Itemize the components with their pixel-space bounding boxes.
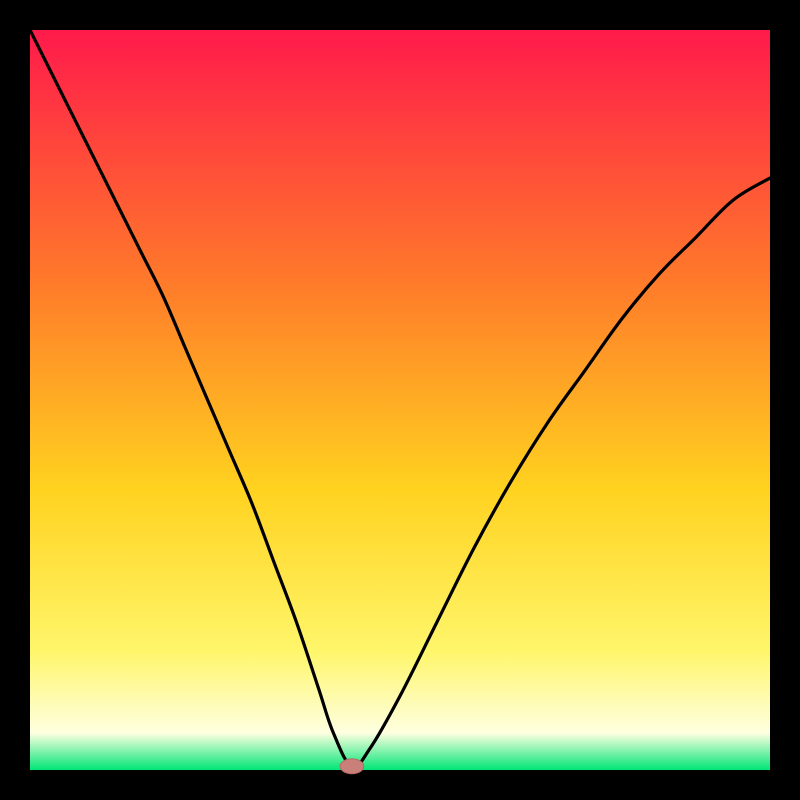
chart-frame: { "watermark": "TheBottleneck.com", "col… (0, 0, 800, 800)
optimal-point-marker (340, 759, 364, 774)
bottleneck-chart (0, 0, 800, 800)
plot-gradient-background (30, 30, 770, 770)
